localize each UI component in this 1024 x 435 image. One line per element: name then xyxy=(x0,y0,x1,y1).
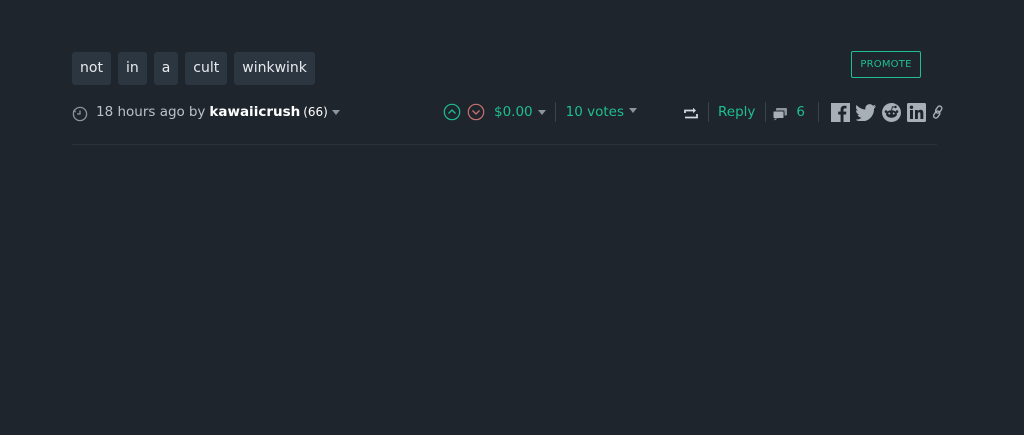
by-label: by xyxy=(188,104,206,120)
author-menu-caret[interactable] xyxy=(331,109,340,115)
separator xyxy=(708,102,709,122)
votes-caret[interactable] xyxy=(629,107,638,113)
section-divider xyxy=(72,144,937,145)
post-footer: not in a cult winkwink PROMOTE 18 hours … xyxy=(0,0,1024,435)
promote-button[interactable]: PROMOTE xyxy=(851,51,921,78)
reply-link[interactable]: Reply xyxy=(718,104,755,120)
payout-caret[interactable] xyxy=(537,109,546,115)
separator xyxy=(554,102,556,122)
linkedin-icon[interactable] xyxy=(906,102,926,122)
separator xyxy=(817,102,819,122)
comment-count[interactable]: 6 xyxy=(796,104,805,120)
votes-count[interactable]: 10 votes xyxy=(566,104,624,120)
post-actions: Reply 6 xyxy=(683,99,944,125)
comments-icon[interactable] xyxy=(772,107,788,121)
author-reputation: (66) xyxy=(303,105,328,119)
tag[interactable]: a xyxy=(153,52,179,85)
twitter-icon[interactable] xyxy=(855,103,876,121)
tag[interactable]: in xyxy=(117,52,147,85)
tag-list: not in a cult winkwink xyxy=(72,52,315,85)
facebook-icon[interactable] xyxy=(830,102,850,122)
downvote-icon[interactable] xyxy=(467,103,485,121)
reddit-icon[interactable] xyxy=(881,102,901,122)
author-link[interactable]: kawaiicrush xyxy=(209,104,300,120)
tag[interactable]: winkwink xyxy=(234,52,315,85)
reblog-icon[interactable] xyxy=(683,107,699,121)
tag[interactable]: cult xyxy=(185,52,228,85)
post-time: 18 hours ago xyxy=(96,104,185,120)
voting: $0.00 10 votes xyxy=(443,99,638,125)
share-links xyxy=(830,102,944,122)
link-icon[interactable] xyxy=(932,105,944,119)
clock-icon xyxy=(72,106,88,121)
separator xyxy=(765,102,767,122)
upvote-icon[interactable] xyxy=(443,103,461,121)
payout-amount[interactable]: $0.00 xyxy=(494,104,533,120)
tag[interactable]: not xyxy=(72,52,111,85)
post-meta: 18 hours ago by kawaiicrush (66) xyxy=(72,99,340,125)
